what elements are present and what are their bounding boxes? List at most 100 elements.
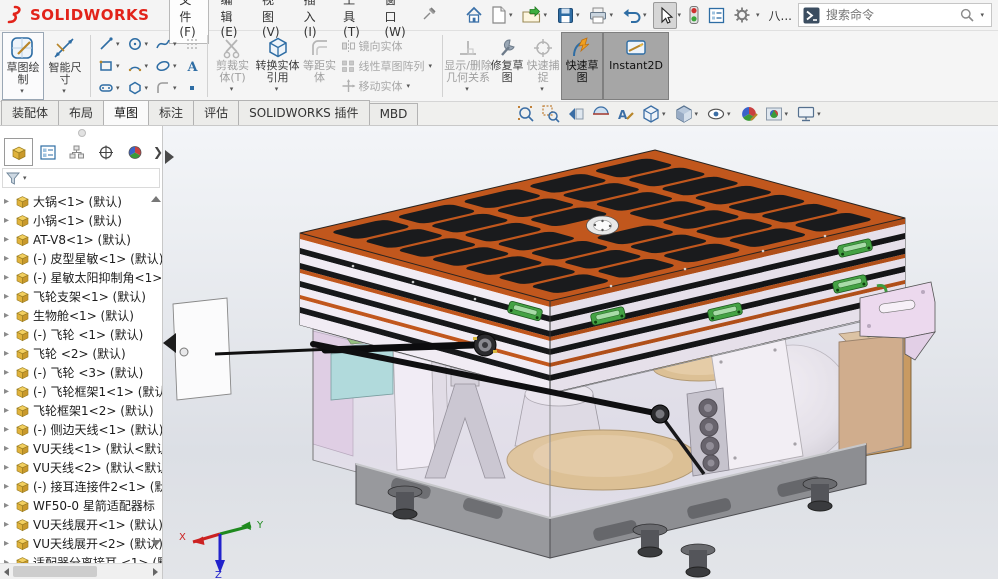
print-button[interactable]: ▾ xyxy=(585,2,619,29)
scroll-right-arrow[interactable] xyxy=(153,568,158,576)
tree-item[interactable]: ▸生物舱<1> (默认) xyxy=(0,306,162,325)
tree-item[interactable]: ▸飞轮框架1<2> (默认) xyxy=(0,401,162,420)
expand-arrow-icon[interactable]: ▸ xyxy=(4,196,14,207)
rapid-sketch-button[interactable]: 快速草图 xyxy=(561,32,603,100)
expand-arrow-icon[interactable]: ▸ xyxy=(4,234,14,245)
settings-gear-button[interactable] xyxy=(729,1,755,29)
instant2d-button[interactable]: Instant2D xyxy=(603,32,669,100)
open-button[interactable]: ▾ xyxy=(518,1,553,29)
tree-item[interactable]: ▸(-) 飞轮 <3> (默认) xyxy=(0,363,162,382)
edit-appearance-button[interactable] xyxy=(738,103,760,125)
smart-dimension-button[interactable]: 智能尺寸▾ xyxy=(44,32,86,100)
convert-entities-button[interactable]: 转换实体引用▾ xyxy=(254,32,302,100)
scroll-left-arrow[interactable] xyxy=(4,568,9,576)
tab-4[interactable]: 评估 xyxy=(193,100,239,125)
sketch-picture-tool[interactable] xyxy=(183,33,201,55)
expand-arrow-icon[interactable]: ▸ xyxy=(4,367,14,378)
expand-arrow-icon[interactable]: ▸ xyxy=(4,310,14,321)
home-button[interactable] xyxy=(461,1,487,29)
section-view-button[interactable] xyxy=(590,103,612,125)
spline-tool[interactable]: ▾ xyxy=(154,33,181,55)
tree-scroll-up[interactable] xyxy=(151,196,161,202)
save-dropdown[interactable]: ▾ xyxy=(576,11,580,19)
expand-arrow-icon[interactable]: ▸ xyxy=(4,500,14,511)
expand-arrow-icon[interactable]: ▸ xyxy=(4,215,14,226)
rebuild-button[interactable] xyxy=(684,1,704,29)
tree-item[interactable]: ▸小锅<1> (默认) xyxy=(0,211,162,230)
repair-sketch-button[interactable]: 修复草图 xyxy=(489,32,525,100)
move-entities-button[interactable]: 移动实体▾ xyxy=(341,78,436,94)
tab-3[interactable]: 标注 xyxy=(148,100,194,125)
slot-tool[interactable]: ▾ xyxy=(97,77,124,99)
ellipse-tool[interactable]: ▾ xyxy=(154,55,181,77)
tab-dimxpertmanager[interactable] xyxy=(91,138,120,166)
tab-1[interactable]: 布局 xyxy=(58,100,104,125)
tree-item[interactable]: ▸大锅<1> (默认) xyxy=(0,192,162,211)
tab-displaymanager[interactable] xyxy=(120,138,149,166)
tab-propertymanager[interactable] xyxy=(33,138,62,166)
tab-6[interactable]: MBD xyxy=(369,103,419,125)
graphics-viewport[interactable]: X Y Z xyxy=(163,126,998,579)
rectangle-tool[interactable]: ▾ xyxy=(97,55,124,77)
tab-configurationmanager[interactable] xyxy=(62,138,91,166)
mirror-entities-button[interactable]: 镜向实体 xyxy=(341,38,436,54)
expand-arrow-icon[interactable]: ▸ xyxy=(4,538,14,549)
tree-horizontal-scrollbar[interactable] xyxy=(0,563,162,579)
expand-arrow-icon[interactable]: ▸ xyxy=(4,462,14,473)
tree-item[interactable]: ▸VU天线展开<1> (默认) xyxy=(0,515,162,534)
point-tool[interactable] xyxy=(183,77,201,99)
open-dropdown[interactable]: ▾ xyxy=(543,11,547,19)
previous-view-button[interactable] xyxy=(565,103,587,125)
tree-item[interactable]: ▸(-) 接耳连接件2<1> (默 xyxy=(0,477,162,496)
panel-grip[interactable] xyxy=(78,129,86,137)
select-button[interactable] xyxy=(653,2,677,29)
select-dropdown[interactable]: ▾ xyxy=(678,11,682,19)
3d-drawing-view-button[interactable]: A xyxy=(615,103,637,125)
tree-item[interactable]: ▸(-) 侧边天线<1> (默认) xyxy=(0,420,162,439)
hide-show-items-button[interactable]: ▾ xyxy=(705,103,735,125)
tree-item[interactable]: ▸(-) 星敏太阳抑制角<1> xyxy=(0,268,162,287)
tree-item[interactable]: ▸VU天线<1> (默认<默认 xyxy=(0,439,162,458)
tree-scroll-down[interactable] xyxy=(151,540,161,546)
undo-button[interactable]: ▾ xyxy=(619,2,653,29)
tree-item[interactable]: ▸(-) 飞轮 <1> (默认) xyxy=(0,325,162,344)
tab-featuremanager-tree[interactable] xyxy=(4,138,33,166)
expand-arrow-icon[interactable]: ▸ xyxy=(4,481,14,492)
panel-collapse-arrow[interactable] xyxy=(163,333,176,353)
tree-item[interactable]: ▸飞轮 <2> (默认) xyxy=(0,344,162,363)
line-tool[interactable]: ▾ xyxy=(97,33,124,55)
new-dropdown[interactable]: ▾ xyxy=(509,11,513,19)
zoom-to-area-button[interactable] xyxy=(540,103,562,125)
zoom-to-fit-button[interactable] xyxy=(515,103,537,125)
polygon-tool[interactable]: ▾ xyxy=(126,77,153,99)
offset-entities-button[interactable]: 等距实体 xyxy=(302,32,338,100)
fillet-tool[interactable]: ▾ xyxy=(154,77,181,99)
toolbar-overflow-label[interactable]: 八... xyxy=(769,7,792,24)
filter-funnel-icon[interactable] xyxy=(6,172,20,185)
scroll-thumb[interactable] xyxy=(13,566,97,577)
magnifier-icon[interactable] xyxy=(959,7,975,23)
linear-pattern-button[interactable]: 线性草图阵列▾ xyxy=(341,58,436,74)
pin-menu-icon[interactable] xyxy=(422,6,437,24)
apply-scene-button[interactable]: ▾ xyxy=(763,103,793,125)
trim-entities-button[interactable]: 剪裁实体(T)▾ xyxy=(212,32,254,100)
flyout-pane-arrow[interactable] xyxy=(165,150,174,164)
tree-item[interactable]: ▸VU天线<2> (默认<默认 xyxy=(0,458,162,477)
filter-dropdown[interactable]: ▾ xyxy=(23,174,27,182)
tree-item[interactable]: ▸飞轮支架<1> (默认) xyxy=(0,287,162,306)
expand-arrow-icon[interactable]: ▸ xyxy=(4,386,14,397)
expand-arrow-icon[interactable]: ▸ xyxy=(4,253,14,264)
smart-dimension-dropdown[interactable]: ▾ xyxy=(62,87,66,95)
expand-arrow-icon[interactable]: ▸ xyxy=(4,519,14,530)
expand-arrow-icon[interactable]: ▸ xyxy=(4,272,14,283)
arc-tool[interactable]: ▾ xyxy=(126,55,153,77)
display-delete-relations-button[interactable]: 显示/删除几何关系▾ xyxy=(447,32,489,100)
text-tool[interactable]: A xyxy=(183,55,201,77)
tree-item[interactable]: ▸VU天线展开<2> (默认) xyxy=(0,534,162,553)
satellite-assembly-model[interactable]: X Y Z xyxy=(163,126,998,579)
display-style-button[interactable]: ▾ xyxy=(673,103,703,125)
search-input[interactable] xyxy=(824,7,955,23)
options-list-button[interactable] xyxy=(704,2,729,29)
expand-arrow-icon[interactable]: ▸ xyxy=(4,348,14,359)
expand-arrow-icon[interactable]: ▸ xyxy=(4,424,14,435)
